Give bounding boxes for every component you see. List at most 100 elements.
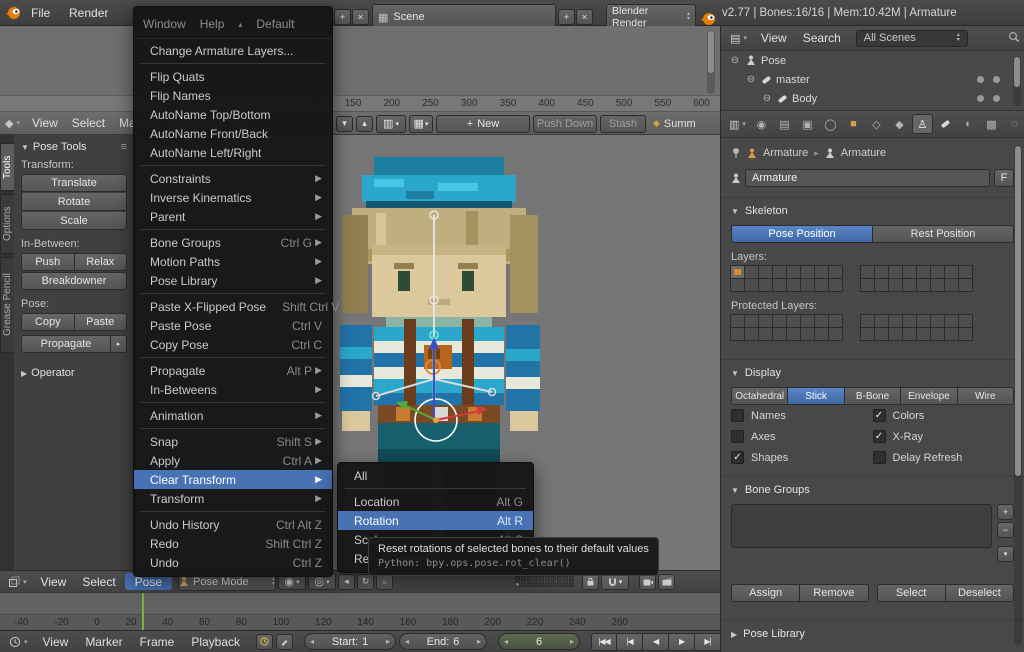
timeline-menu-playback[interactable]: Playback xyxy=(184,631,247,652)
layer-toggle[interactable] xyxy=(814,327,829,341)
menu-file[interactable]: File xyxy=(24,0,57,26)
tab-render-layers[interactable]: ▤ xyxy=(774,114,795,134)
layer-toggle[interactable] xyxy=(828,314,843,328)
layer-toggle[interactable] xyxy=(545,582,551,587)
outliner-menu-search[interactable]: Search xyxy=(796,26,848,50)
layer-toggle[interactable] xyxy=(944,314,959,328)
restrict-select-icon[interactable] xyxy=(993,95,1000,102)
submenu-item-rotation[interactable]: Rotation Alt R xyxy=(338,511,533,530)
current-frame-marker[interactable] xyxy=(142,593,144,631)
restrict-select-icon[interactable] xyxy=(993,76,1000,83)
search-icon[interactable] xyxy=(1008,31,1020,46)
tab-grease-pencil[interactable]: Grease Pencil xyxy=(0,257,14,353)
restrict-view-icon[interactable] xyxy=(977,76,984,83)
xray-checkbox[interactable]: X-Ray xyxy=(872,430,1015,443)
menu-item-copy-pose[interactable]: Copy Pose Ctrl C xyxy=(134,335,332,354)
menu-item-flip-quats[interactable]: Flip Quats xyxy=(134,67,332,86)
outliner-row-master[interactable]: ⊖ master xyxy=(721,70,1024,89)
layer-toggle[interactable] xyxy=(730,327,745,341)
menu-item-paste-pose[interactable]: Paste Pose Ctrl V xyxy=(134,316,332,335)
tab-bone[interactable] xyxy=(935,114,956,134)
remove-bone-group-button[interactable]: − xyxy=(997,522,1014,538)
collapse-icon[interactable]: ⊖ xyxy=(729,55,741,66)
layer-toggle[interactable] xyxy=(800,314,815,328)
layer-toggle[interactable] xyxy=(527,576,533,581)
tab-constraints[interactable]: ◇ xyxy=(866,114,887,134)
timeline-menu-marker[interactable]: Marker xyxy=(78,631,129,652)
layer-toggle[interactable] xyxy=(521,576,527,581)
collapse-channels-button[interactable]: ▾ xyxy=(336,115,353,132)
dopesheet-mode-dropdown[interactable]: ▥ ▾ xyxy=(376,114,406,133)
summary-toggle[interactable]: ◆ Summ xyxy=(653,118,696,130)
outliner-row-pose[interactable]: ⊖ Pose xyxy=(721,51,1024,70)
section-collapse-icon[interactable]: ▼ xyxy=(731,207,739,216)
collapse-icon[interactable]: ⊖ xyxy=(745,74,757,85)
layer-toggle[interactable] xyxy=(744,314,759,328)
layer-toggle[interactable] xyxy=(958,327,973,341)
layer-toggle[interactable] xyxy=(958,278,973,292)
next-keyframe-button[interactable]: ▶| xyxy=(695,632,722,651)
propagate-button[interactable]: Propagate xyxy=(21,335,111,353)
layer-toggle[interactable] xyxy=(730,314,745,328)
dopesheet-editor-type-button[interactable]: ◆ ▾ xyxy=(0,117,25,130)
add-bone-group-button[interactable]: + xyxy=(997,504,1014,520)
restrict-view-icon[interactable] xyxy=(977,95,984,102)
layer-toggle[interactable] xyxy=(828,327,843,341)
menu-item-motion-paths[interactable]: Motion Paths ▶ xyxy=(134,252,332,271)
layer-toggle[interactable] xyxy=(545,576,551,581)
bbone-button[interactable]: B-Bone xyxy=(844,387,902,405)
layer-toggle[interactable] xyxy=(874,314,889,328)
layout-name[interactable]: Default xyxy=(256,17,294,31)
current-frame-field[interactable]: ◂ 6 ▸ xyxy=(498,633,581,650)
layer-toggle[interactable] xyxy=(944,265,959,279)
layer-toggle[interactable] xyxy=(539,576,545,581)
submenu-item-location[interactable]: Location Alt G xyxy=(338,492,533,511)
layer-toggle[interactable] xyxy=(874,327,889,341)
menu-item-pose-library[interactable]: Pose Library ▶ xyxy=(134,271,332,290)
preview-range-button[interactable] xyxy=(256,633,274,650)
translate-button[interactable]: Translate xyxy=(21,174,127,192)
tab-physics[interactable]: ◌ xyxy=(1004,114,1024,134)
layer-toggle[interactable] xyxy=(860,327,875,341)
layer-toggle[interactable] xyxy=(533,582,539,587)
layer-toggle[interactable] xyxy=(563,582,569,587)
deselect-button[interactable]: Deselect xyxy=(945,584,1014,602)
layer-toggle[interactable] xyxy=(888,265,903,279)
outliner-menu-view[interactable]: View xyxy=(754,26,794,50)
menu-item-snap[interactable]: Snap Shift S ▶ xyxy=(134,432,332,451)
fake-user-button[interactable]: F xyxy=(994,169,1014,187)
tab-textures[interactable]: ▩ xyxy=(981,114,1002,134)
layer-toggle[interactable] xyxy=(800,265,815,279)
timeline-menu-view[interactable]: View xyxy=(36,631,76,652)
properties-scrollbar[interactable] xyxy=(1014,145,1022,645)
properties-editor-type-button[interactable]: ▥ ▾ xyxy=(726,118,749,131)
menu-item-paste-x-flipped-pose[interactable]: Paste X-Flipped Pose Shift Ctrl V xyxy=(134,297,339,316)
bone-groups-list[interactable] xyxy=(731,504,992,548)
menu-item-redo[interactable]: Redo Shift Ctrl Z xyxy=(134,534,332,553)
delete-scene-button[interactable]: × xyxy=(576,9,593,25)
layer-toggle[interactable] xyxy=(930,278,945,292)
menu-item-undo[interactable]: Undo Ctrl Z xyxy=(134,553,332,572)
layer-toggle[interactable] xyxy=(772,314,787,328)
breadcrumb-object[interactable]: Armature xyxy=(763,147,808,159)
dopesheet-menu-view[interactable]: View xyxy=(25,112,65,134)
view3d-menu-view[interactable]: View xyxy=(34,571,74,592)
tab-options[interactable]: Options xyxy=(0,194,14,254)
select-button[interactable]: Select xyxy=(876,584,946,602)
layer-toggle[interactable] xyxy=(958,314,973,328)
copy-pose-button[interactable]: Copy xyxy=(21,313,75,331)
dopesheet-menu-select[interactable]: Select xyxy=(65,112,112,134)
tab-tools[interactable]: Tools xyxy=(0,143,14,191)
layer-toggle[interactable] xyxy=(888,278,903,292)
layer-toggle[interactable] xyxy=(902,265,917,279)
menu-item-undo-history[interactable]: Undo History Ctrl Alt Z xyxy=(134,515,332,534)
menu-item-apply[interactable]: Apply Ctrl A ▶ xyxy=(134,451,332,470)
layer-toggle[interactable] xyxy=(874,265,889,279)
manipulator-translate-button[interactable]: ◂ xyxy=(338,573,356,590)
remove-button[interactable]: Remove xyxy=(800,584,869,602)
frame-end-field[interactable]: ◂ End: 6 ▸ xyxy=(399,633,488,650)
envelope-button[interactable]: Envelope xyxy=(901,387,958,405)
scale-button[interactable]: Scale xyxy=(21,212,127,230)
octahedral-button[interactable]: Octahedral xyxy=(731,387,789,405)
layer-toggle[interactable] xyxy=(744,327,759,341)
